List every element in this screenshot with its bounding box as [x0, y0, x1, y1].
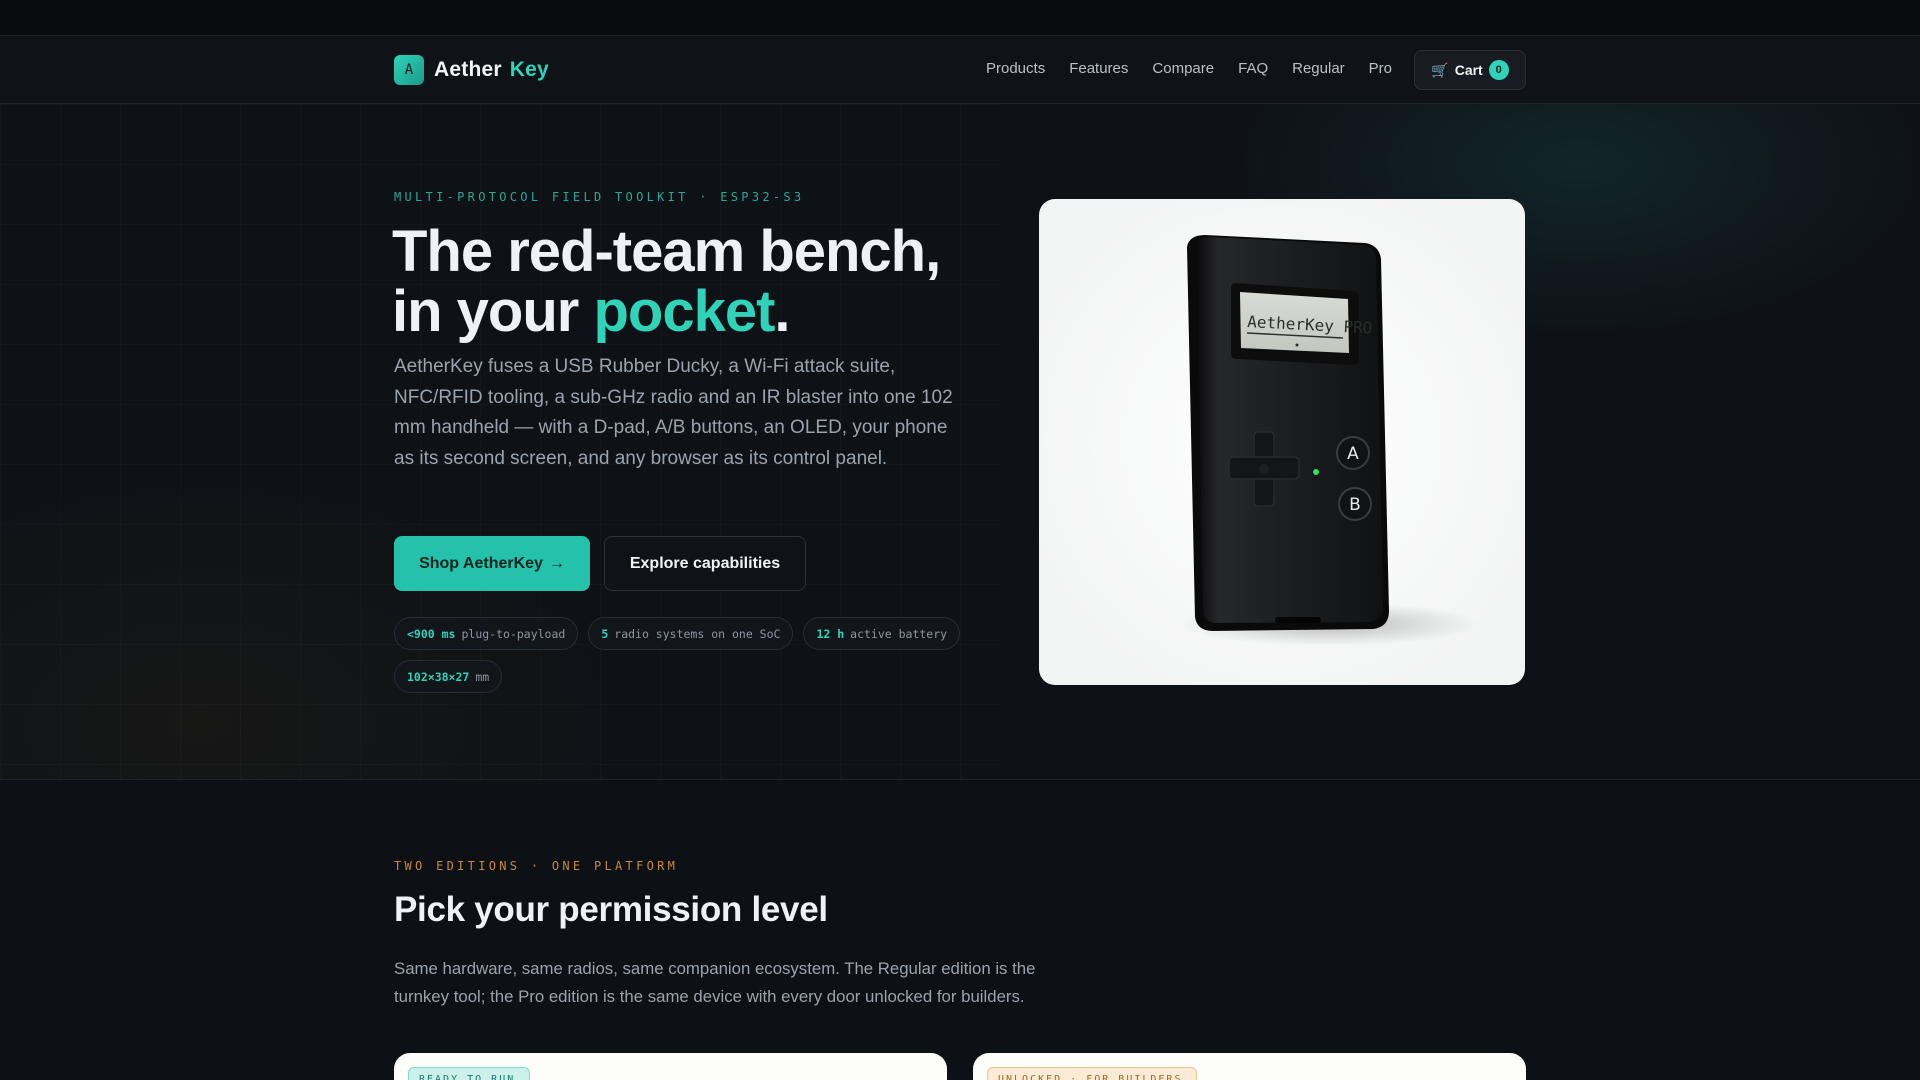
stat-pill: <900 ms plug-to-payload [394, 617, 579, 650]
device-button-a-label: A [1347, 444, 1359, 464]
editions-eyebrow: TWO EDITIONS · ONE PLATFORM [394, 859, 679, 873]
stat-pill: 5 radio systems on one SoC [588, 617, 794, 650]
device-button-b-label: B [1349, 495, 1361, 515]
explore-capabilities-button[interactable]: Explore capabilities [604, 536, 806, 591]
stat-value: 102×38×27 [407, 669, 470, 684]
nav-link-products[interactable]: Products [986, 60, 1045, 77]
brand-logo-icon: A [394, 55, 424, 85]
headline-accent: pocket [593, 279, 775, 344]
brand[interactable]: A Aether Key [394, 55, 549, 85]
stat-pill: 102×38×27 mm [394, 660, 503, 693]
shop-button-label: Shop AetherKey [419, 554, 543, 572]
headline-line-2: in your [392, 279, 594, 344]
product-image-card: AetherKey PRO A B [1039, 199, 1525, 685]
brand-name: Aether Key [434, 58, 549, 82]
nav-link-features[interactable]: Features [1069, 60, 1128, 77]
hero-headline: The red-team bench, in your pocket. [392, 219, 941, 344]
device-illustration: AetherKey PRO A B [1179, 235, 1479, 646]
hero-section: MULTI-PROTOCOL FIELD TOOLKIT · ESP32-S3 … [0, 104, 1920, 780]
editions-title: Pick your permission level [394, 890, 828, 929]
stat-value: 5 [601, 626, 609, 641]
brand-name-primary: Aether [434, 58, 502, 81]
navbar: A Aether Key Products Features Compare F… [0, 36, 1920, 104]
shop-button[interactable]: Shop AetherKey → [394, 536, 590, 591]
brand-name-accent: Key [509, 58, 549, 81]
stat-value: <900 ms [407, 626, 456, 641]
device-usb-port [1275, 617, 1321, 623]
stat-label: radio systems on one SoC [614, 626, 781, 641]
stat-label: active battery [850, 626, 948, 641]
nav-links: Products Features Compare FAQ Regular Pr… [986, 60, 1392, 77]
arrow-right-icon: → [548, 554, 565, 572]
stat-value: 12 h [816, 626, 845, 641]
nav-link-faq[interactable]: FAQ [1238, 60, 1268, 77]
edition-tag-regular: READY TO RUN [408, 1067, 530, 1080]
editions-lead: Same hardware, same radios, same compani… [394, 959, 1036, 1006]
hero-lead: AetherKey fuses a USB Rubber Ducky, a Wi… [394, 356, 953, 469]
edition-card-pro[interactable]: UNLOCKED · FOR BUILDERS [973, 1053, 1526, 1080]
headline-line-1: The red-team bench, [392, 219, 941, 284]
edition-card-regular[interactable]: READY TO RUN [394, 1053, 947, 1080]
cart-button[interactable]: 🛒 Cart 0 [1414, 50, 1526, 90]
top-strip [0, 0, 1920, 36]
stat-label: mm [475, 669, 490, 684]
cart-count-badge: 0 [1488, 60, 1509, 80]
cart-icon: 🛒 [1431, 61, 1449, 78]
hero-eyebrow: MULTI-PROTOCOL FIELD TOOLKIT · ESP32-S3 [394, 190, 805, 204]
nav-link-regular[interactable]: Regular [1292, 60, 1345, 77]
device-screen-dot [1295, 343, 1299, 347]
edition-tag-pro: UNLOCKED · FOR BUILDERS [987, 1067, 1197, 1080]
device-status-led [1313, 469, 1319, 475]
nav-link-pro[interactable]: Pro [1369, 60, 1392, 77]
hero-stats: <900 ms plug-to-payload 5 radio systems … [394, 617, 994, 693]
headline-period: . [774, 279, 790, 344]
stat-pill: 12 h active battery [803, 617, 961, 650]
cart-label: Cart [1454, 62, 1483, 78]
stat-label: plug-to-payload [461, 626, 566, 641]
nav-link-compare[interactable]: Compare [1152, 60, 1214, 77]
